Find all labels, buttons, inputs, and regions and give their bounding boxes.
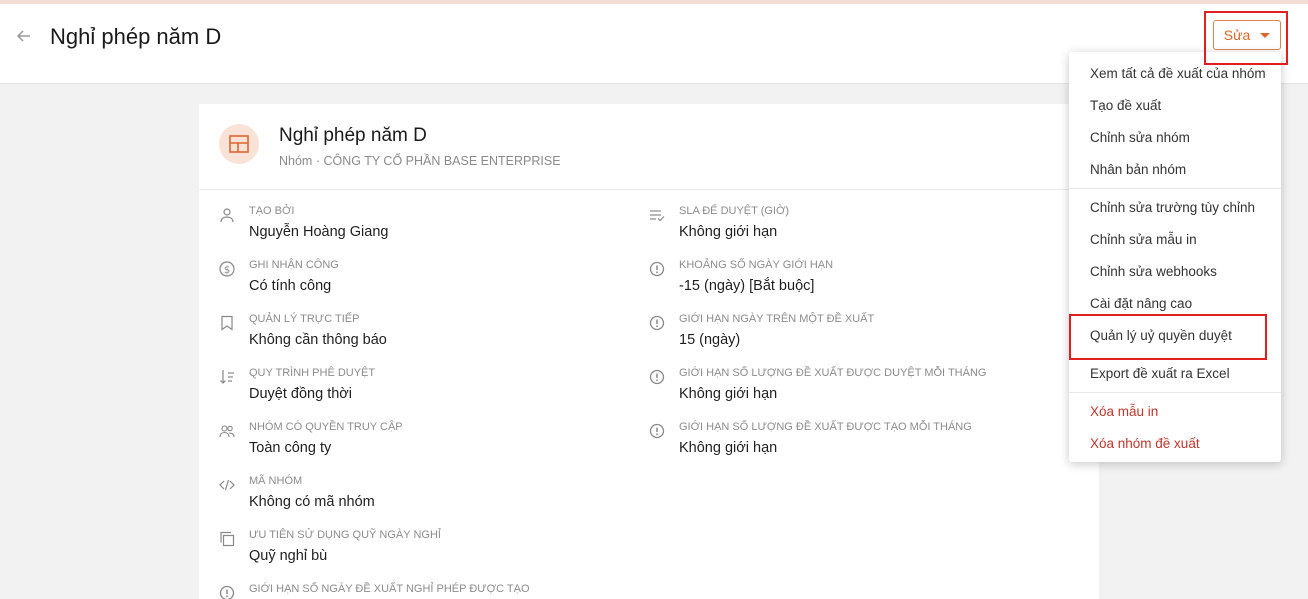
svg-text:$: $ <box>224 265 230 276</box>
menu-item-duplicate-group[interactable]: Nhân bản nhóm <box>1090 162 1186 177</box>
field-label: MÃ NHÓM <box>249 475 303 487</box>
copy-icon <box>219 531 235 547</box>
field-value: Quỹ nghỉ bù <box>249 548 328 564</box>
group-info-card: Nghỉ phép năm D Nhóm · CÔNG TY CỔ PHẦN B… <box>199 104 1099 599</box>
field-label: QUY TRÌNH PHÊ DUYỆT <box>249 367 376 379</box>
page-title: Nghỉ phép năm D <box>50 24 222 49</box>
menu-item-export-excel[interactable]: Export đề xuất ra Excel <box>1090 366 1230 381</box>
field-value: Không cần thông báo <box>249 332 387 348</box>
field-value: Không giới hạn <box>679 440 778 456</box>
card-header: Nghỉ phép năm D Nhóm · CÔNG TY CỔ PHẦN B… <box>199 104 1099 190</box>
checklist-icon <box>649 207 665 223</box>
field-value: 15 (ngày) <box>679 332 741 348</box>
edit-dropdown-button[interactable]: Sửa <box>1213 20 1281 50</box>
menu-item-advanced-settings[interactable]: Cài đặt nâng cao <box>1090 296 1192 311</box>
field-label: GHI NHẬN CÔNG <box>249 259 339 271</box>
field-value: -15 (ngày) [Bắt buộc] <box>679 278 815 294</box>
menu-item-edit-webhooks[interactable]: Chỉnh sửa webhooks <box>1090 264 1217 279</box>
menu-item-view-all-requests[interactable]: Xem tất cả đề xuất của nhóm <box>1090 66 1266 81</box>
card-title: Nghỉ phép năm D <box>279 125 427 146</box>
alert-icon <box>649 369 665 385</box>
field-value: Có tính công <box>249 278 332 294</box>
field-value: Không có mã nhóm <box>249 494 375 510</box>
menu-item-manage-delegation[interactable]: Quản lý uỷ quyền duyệt <box>1090 328 1232 343</box>
field-label: QUẢN LÝ TRỰC TIẾP <box>249 313 360 325</box>
field-label: NHÓM CÓ QUYỀN TRUY CẬP <box>249 421 403 433</box>
field-label: GIỚI HẠN SỐ LƯỢNG ĐỀ XUẤT ĐƯỢC TẠO MỖI T… <box>679 421 972 433</box>
field-label: GIỚI HẠN NGÀY TRÊN MỘT ĐỀ XUẤT <box>679 313 875 325</box>
user-icon <box>219 207 235 223</box>
alert-icon <box>649 315 665 331</box>
arrow-left-icon[interactable] <box>14 26 34 46</box>
menu-item-edit-custom-fields[interactable]: Chỉnh sửa trường tùy chỉnh <box>1090 200 1255 215</box>
menu-item-edit-group[interactable]: Chỉnh sửa nhóm <box>1090 130 1190 145</box>
menu-item-create-request[interactable]: Tạo đề xuất <box>1090 98 1161 113</box>
field-value: Duyệt đồng thời <box>249 386 353 402</box>
field-value: Không giới hạn <box>679 386 778 402</box>
menu-item-delete-print-template[interactable]: Xóa mẫu in <box>1090 404 1158 419</box>
menu-item-edit-print-template[interactable]: Chỉnh sửa mẫu in <box>1090 232 1197 247</box>
menu-divider <box>1069 392 1281 393</box>
sort-icon <box>219 369 235 385</box>
layout-icon <box>219 124 259 164</box>
card-subtitle: Nhóm · CÔNG TY CỔ PHẦN BASE ENTERPRISE <box>279 154 561 168</box>
field-value: Không giới hạn <box>679 224 778 240</box>
field-label: SLA ĐỂ DUYỆT (GIỜ) <box>679 205 790 217</box>
dollar-icon: $ <box>219 261 235 277</box>
alert-icon <box>219 585 235 599</box>
field-label: KHOẢNG SỐ NGÀY GIỚI HẠN <box>679 259 834 271</box>
edit-dropdown-menu: Xem tất cả đề xuất của nhóm Tạo đề xuất … <box>1069 52 1281 462</box>
bookmark-icon <box>219 315 235 331</box>
code-icon <box>219 477 235 493</box>
alert-icon <box>649 423 665 439</box>
field-value: Nguyễn Hoàng Giang <box>249 224 389 240</box>
field-value: Toàn công ty <box>249 440 332 456</box>
field-label: GIỚI HẠN SỐ NGÀY ĐỀ XUẤT NGHỈ PHÉP ĐƯỢC … <box>249 583 530 595</box>
field-label: ƯU TIÊN SỬ DỤNG QUỸ NGÀY NGHỈ <box>249 529 441 541</box>
users-icon <box>219 423 235 439</box>
field-label: TẠO BỞI <box>249 205 295 217</box>
field-label: GIỚI HẠN SỐ LƯỢNG ĐỀ XUẤT ĐƯỢC DUYỆT MỖI… <box>679 367 987 379</box>
menu-item-delete-group[interactable]: Xóa nhóm đề xuất <box>1090 436 1200 451</box>
menu-divider <box>1069 188 1281 189</box>
caret-down-icon <box>1260 32 1271 38</box>
alert-icon <box>649 261 665 277</box>
edit-button-label: Sửa <box>1223 27 1251 43</box>
